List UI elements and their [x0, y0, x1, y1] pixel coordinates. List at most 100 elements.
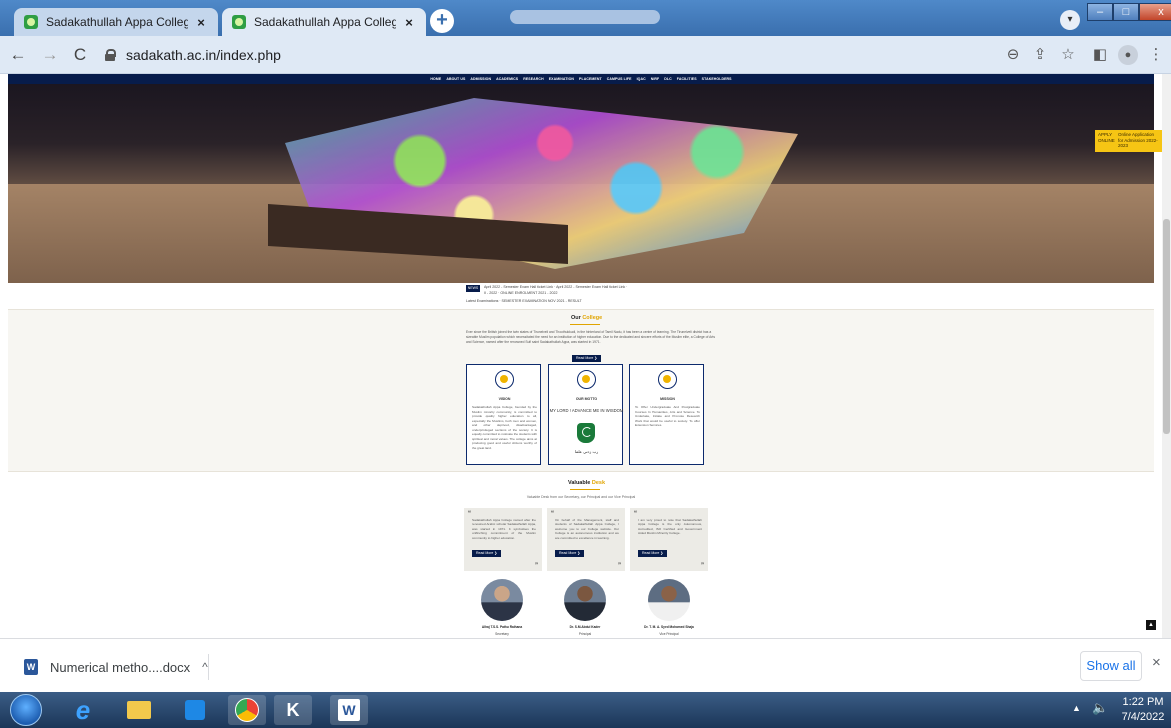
volume-icon[interactable]: 🔈 — [1092, 700, 1108, 716]
news-line[interactable]: April 2022 - Semester Exam Hall ticket L… — [484, 285, 627, 289]
nav-item-admission[interactable]: ADMISSION — [470, 77, 491, 81]
read-more-button[interactable]: Read More ❯ — [638, 550, 668, 557]
profile-avatar-icon[interactable]: ● — [1118, 45, 1138, 65]
read-more-label: Read More — [642, 551, 660, 555]
windows-start-button[interactable] — [10, 694, 42, 726]
heading-accent: College — [582, 315, 603, 321]
heading-underline — [570, 324, 600, 325]
browser-menu-icon[interactable]: ⋮ — [1146, 45, 1166, 65]
nav-item-placement[interactable]: PLACEMENT — [579, 77, 602, 81]
new-tab-button[interactable]: + — [430, 9, 454, 33]
chevron-up-icon[interactable]: ^ — [202, 660, 208, 674]
browser-tab-strip: Sadakathullah Appa College, Pala × Sadak… — [0, 0, 1171, 36]
principal-portrait — [564, 579, 606, 621]
nav-item-facilities[interactable]: FACILITIES — [677, 77, 697, 81]
share-icon[interactable]: ⇪ — [1030, 45, 1050, 65]
vice-principal-portrait — [648, 579, 690, 621]
show-all-button[interactable]: Show all — [1080, 651, 1142, 681]
news-line[interactable]: II - 2022 · ONLINE ENROLMENT 2021 - 2022 — [484, 291, 557, 295]
quote-close-icon: ” — [618, 563, 621, 569]
nav-item-academics[interactable]: ACADEMICS — [496, 77, 518, 81]
pillar-icon — [577, 370, 596, 389]
nav-item-research[interactable]: RESEARCH — [523, 77, 543, 81]
gear-icon — [658, 370, 677, 389]
address-bar[interactable]: sadakath.ac.in/index.php — [104, 42, 1004, 68]
file-explorer-icon[interactable] — [120, 695, 158, 725]
quote-open-icon: “ — [634, 511, 637, 517]
principal-quote-card: “ On behalf of the Management, staff and… — [547, 508, 625, 571]
app-k-icon[interactable]: K — [274, 695, 312, 725]
read-more-label: Read More — [576, 356, 594, 360]
tab-close-icon[interactable]: × — [402, 15, 416, 30]
quote-text: Sadakathullah Appa College named after t… — [472, 518, 536, 540]
vision-card: VISION Sadakathullah Appa College, found… — [466, 364, 541, 465]
tab-close-icon[interactable]: × — [194, 15, 208, 30]
internet-explorer-icon[interactable]: e — [64, 695, 102, 725]
read-more-label: Read More — [476, 551, 494, 555]
blurred-window-title — [510, 10, 660, 24]
nav-item-home[interactable]: HOME — [430, 77, 441, 81]
page-scrollbar[interactable] — [1162, 74, 1171, 638]
windows-taskbar: e K W ▲ 🔈 1:22 PM 7/4/2022 — [0, 692, 1171, 728]
heading-text: Our — [571, 315, 583, 321]
site-favicon-icon — [24, 15, 38, 29]
nav-item-examination[interactable]: EXAMINATION — [549, 77, 574, 81]
person-role: Secretary — [495, 632, 509, 636]
secretary-portrait — [481, 579, 523, 621]
zoom-icon[interactable]: ⊖ — [1003, 45, 1023, 65]
tray-chevron-up-icon[interactable]: ▲ — [1072, 703, 1081, 713]
read-more-button[interactable]: Read More ❯ — [572, 355, 602, 362]
secretary-quote-card: “ Sadakathullah Appa College named after… — [464, 508, 542, 571]
card-title: MISSION — [660, 397, 675, 401]
online-admission-badge[interactable]: APPLY ONLINE Online Application for Admi… — [1095, 130, 1162, 152]
quote-close-icon: ” — [701, 563, 704, 569]
quote-open-icon: “ — [551, 511, 554, 517]
url-text: sadakath.ac.in/index.php — [126, 47, 281, 63]
side-panel-icon[interactable]: ◧ — [1090, 45, 1110, 65]
our-college-heading: Our College — [571, 315, 602, 321]
nav-item-nirf[interactable]: NIRF — [651, 77, 660, 81]
news-line[interactable]: Latest Examinations · SEMESTER EXAMINATI… — [466, 299, 582, 303]
browser-tab-1[interactable]: Sadakathullah Appa College, Pala × — [14, 8, 218, 36]
system-clock[interactable]: 1:22 PM 7/4/2022 — [1118, 695, 1168, 725]
lock-icon[interactable] — [104, 49, 116, 61]
scrollbar-thumb[interactable] — [1163, 219, 1170, 434]
close-shelf-icon[interactable]: × — [1152, 654, 1161, 671]
nav-item-about-us[interactable]: ABOUT US — [446, 77, 465, 81]
chrome-icon[interactable] — [228, 695, 266, 725]
read-more-button[interactable]: Read More ❯ — [472, 550, 502, 557]
card-title: OUR MOTTO — [575, 397, 598, 401]
download-item[interactable]: W Numerical metho....docx ^ — [24, 654, 209, 680]
minimize-button[interactable]: – — [1087, 3, 1113, 21]
read-more-button[interactable]: Read More ❯ — [555, 550, 585, 557]
reload-icon[interactable]: C — [70, 45, 90, 65]
card-text: Sadakathullah Appa College, founded by t… — [472, 405, 538, 450]
back-arrow-icon[interactable]: ← — [8, 45, 28, 65]
person-role: Vice Principal — [659, 632, 679, 636]
heading-underline — [570, 489, 600, 490]
nav-item-campus-life[interactable]: CAMPUS LIFE — [607, 77, 632, 81]
nav-item-iqac[interactable]: IQAC — [637, 77, 646, 81]
microsoft-word-icon[interactable]: W — [330, 695, 368, 725]
tab-search-icon[interactable]: ▾ — [1060, 10, 1080, 30]
browser-toolbar: ← → C sadakath.ac.in/index.php ⊖ ⇪ ☆ ◧ ●… — [0, 36, 1171, 74]
media-player-icon[interactable] — [176, 695, 214, 725]
word-document-icon: W — [24, 659, 38, 675]
person-name: Dr. T. M. A. Syed Mohamed Shaja — [644, 625, 694, 629]
arabic-motto: رب زدني علما — [574, 449, 599, 454]
valuable-desk-subtitle: Valuable Desk from our Secretary, our Pr… — [526, 495, 636, 499]
close-window-button[interactable]: x — [1139, 3, 1171, 21]
valuable-desk-section: Valuable Desk Valuable Desk from our Sec… — [8, 471, 1154, 638]
news-marquee: NEWS April 2022 - Semester Exam Hall tic… — [466, 283, 726, 309]
maximize-button[interactable]: □ — [1113, 3, 1139, 21]
scroll-to-top-icon[interactable]: ▲ — [1146, 620, 1156, 630]
news-tag: NEWS — [466, 285, 480, 292]
browser-tab-2-active[interactable]: Sadakathullah Appa College, Pala × — [222, 8, 426, 36]
nav-item-stakeholders[interactable]: STAKEHOLDERS — [702, 77, 732, 81]
card-text: To Offer Undergraduate And Postgraduate … — [635, 405, 700, 427]
mission-card: MISSION To Offer Undergraduate And Postg… — [629, 364, 704, 465]
page-viewport: HOME ABOUT US ADMISSION ACADEMICS RESEAR… — [0, 74, 1162, 638]
forward-arrow-icon[interactable]: → — [40, 45, 60, 65]
nav-item-dlc[interactable]: DLC — [664, 77, 672, 81]
bookmark-star-icon[interactable]: ☆ — [1058, 45, 1078, 65]
